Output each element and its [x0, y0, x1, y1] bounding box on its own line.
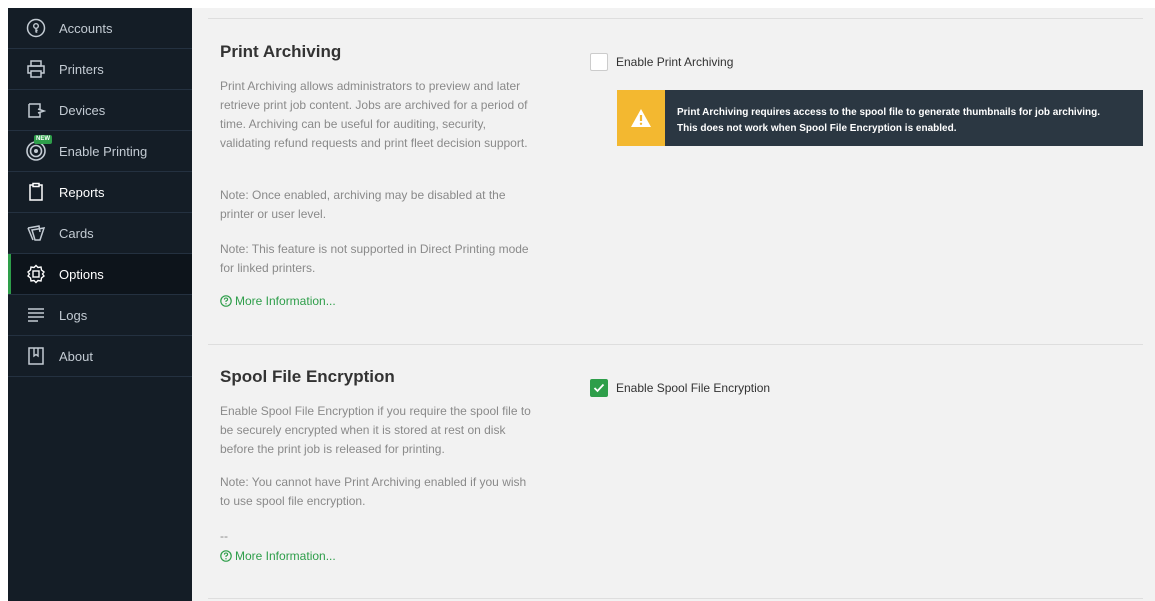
- warning-icon: [631, 109, 651, 127]
- spool-encryption-note: Note: You cannot have Print Archiving en…: [220, 475, 527, 508]
- book-icon: [25, 345, 47, 367]
- warning-line-1: Print Archiving requires access to the s…: [677, 107, 1101, 118]
- sidebar-item-label: Options: [59, 266, 104, 282]
- enable-print-archiving-label: Enable Print Archiving: [616, 55, 734, 69]
- clipboard-icon: [25, 181, 47, 203]
- print-archiving-note-disable: Note: Once enabled, archiving may be dis…: [220, 188, 506, 221]
- divider: [208, 598, 1143, 599]
- new-badge: NEW: [34, 135, 52, 144]
- sidebar-item-logs[interactable]: Logs: [8, 295, 192, 336]
- sidebar-item-devices[interactable]: Devices: [8, 90, 192, 131]
- printer-icon: [25, 58, 47, 80]
- cards-icon: [25, 222, 47, 244]
- sidebar-item-options[interactable]: Options: [8, 254, 192, 295]
- print-archiving-more-info-link[interactable]: More Information...: [220, 294, 336, 308]
- options-content: Print Archiving Print Archiving allows a…: [192, 8, 1155, 601]
- spool-encryption-description: Enable Spool File Encryption if you requ…: [220, 404, 531, 456]
- enable-spool-encryption-label: Enable Spool File Encryption: [616, 381, 771, 395]
- more-info-label: More Information...: [235, 294, 336, 308]
- print-archiving-note-direct-printing: Note: This feature is not supported in D…: [220, 242, 529, 275]
- print-archiving-description: Print Archiving allows administrators to…: [220, 79, 528, 150]
- separator-text: --: [220, 529, 228, 543]
- enable-print-archiving-checkbox[interactable]: [590, 53, 608, 71]
- print-archiving-warning: Print Archiving requires access to the s…: [617, 90, 1143, 146]
- sidebar-item-cards[interactable]: Cards: [8, 213, 192, 254]
- warning-icon-box: [617, 90, 665, 146]
- spool-encryption-title: Spool File Encryption: [220, 367, 395, 386]
- sidebar-item-label: Devices: [59, 102, 106, 118]
- more-info-label: More Information...: [235, 549, 336, 563]
- sidebar-item-accounts[interactable]: Accounts: [8, 8, 192, 49]
- sidebar-item-label: Accounts: [59, 20, 113, 36]
- sidebar-item-label: Logs: [59, 307, 88, 323]
- divider: [208, 344, 1143, 345]
- enable-spool-encryption-checkbox[interactable]: [590, 379, 608, 397]
- gear-icon: [25, 263, 47, 285]
- device-icon: [25, 99, 47, 121]
- sidebar-item-label: Cards: [59, 225, 94, 241]
- sidebar-item-enable-printing[interactable]: NEW Enable Printing: [8, 131, 192, 172]
- sidebar-item-about[interactable]: About: [8, 336, 192, 377]
- enable-spool-encryption-checkbox-row[interactable]: Enable Spool File Encryption: [590, 379, 770, 397]
- lines-icon: [25, 304, 47, 326]
- warning-text: Print Archiving requires access to the s…: [665, 90, 1112, 146]
- warning-line-2: This does not work when Spool File Encry…: [677, 123, 957, 134]
- target-icon: NEW: [25, 135, 52, 162]
- checkmark-icon: [593, 383, 605, 393]
- sidebar-item-label: Reports: [59, 184, 105, 200]
- help-icon: [220, 295, 232, 307]
- sidebar-item-label: About: [59, 348, 93, 364]
- print-archiving-title: Print Archiving: [220, 42, 342, 61]
- sidebar: Accounts Printers Devices NEW Enable Pri…: [8, 8, 192, 601]
- spool-encryption-more-info-link[interactable]: More Information...: [220, 549, 336, 563]
- enable-print-archiving-checkbox-row[interactable]: Enable Print Archiving: [590, 53, 733, 71]
- sidebar-item-printers[interactable]: Printers: [8, 49, 192, 90]
- divider: [208, 18, 1143, 19]
- sidebar-item-reports[interactable]: Reports: [8, 172, 192, 213]
- sidebar-item-label: Printers: [59, 61, 104, 77]
- help-icon: [220, 550, 232, 562]
- account-key-icon: [25, 17, 47, 39]
- sidebar-item-label: Enable Printing: [59, 143, 148, 159]
